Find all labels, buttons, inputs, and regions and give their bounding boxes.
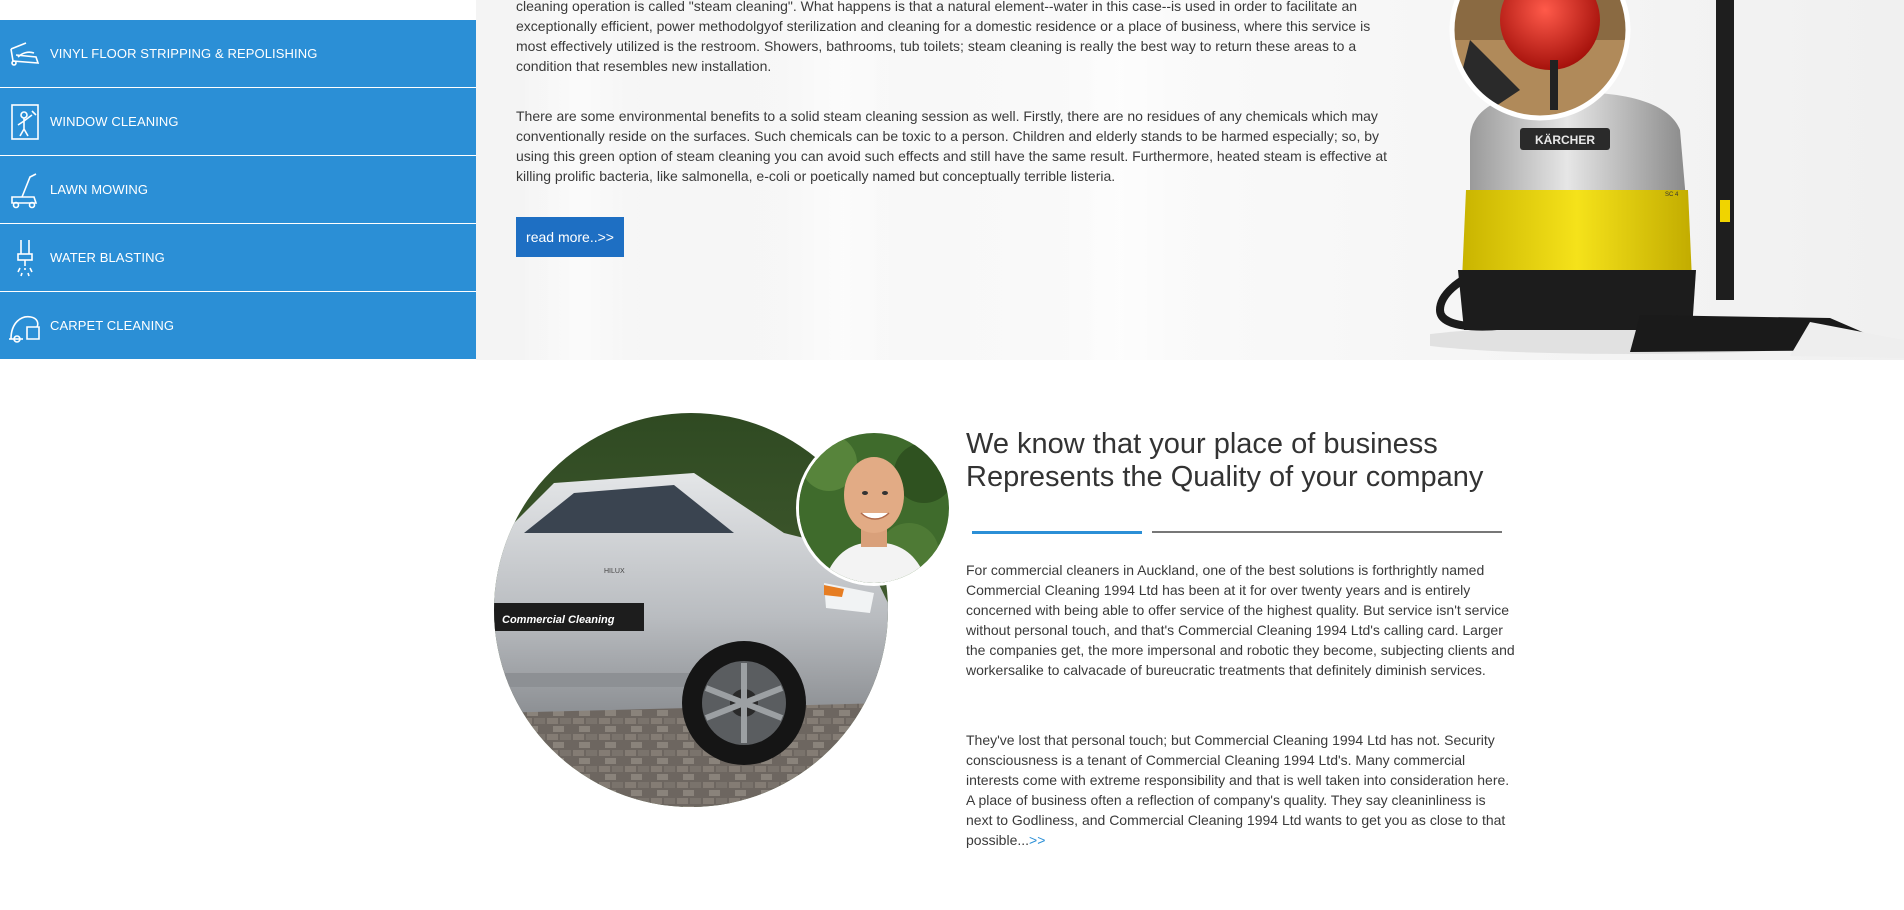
steam-paragraph-2: There are some environmental benefits to… (516, 108, 1388, 184)
vacuum-icon (0, 292, 50, 359)
heading-accent-line (972, 531, 1142, 534)
service-item-lawn-mowing[interactable]: LAWN MOWING (0, 156, 476, 225)
brand-logo: KÄRCHER (1535, 132, 1595, 147)
service-item-water-blasting[interactable]: WATER BLASTING (0, 224, 476, 293)
about-photos: Commercial Cleaning HILUX (494, 413, 952, 813)
service-item-vinyl-floor[interactable]: VINYL FLOOR STRIPPING & REPOLISHING (0, 20, 476, 89)
water-blaster-icon (0, 224, 50, 291)
about-paragraph-2: They've lost that personal touch; but Co… (966, 730, 1516, 850)
about-paragraph-1: For commercial cleaners in Auckland, one… (966, 562, 1515, 678)
service-label: CARPET CLEANING (50, 318, 175, 333)
about-heading-line-1: We know that your place of business (966, 428, 1438, 460)
heading-divider-line (1152, 531, 1502, 533)
about-heading-line-2: Represents the Quality of your company (966, 461, 1484, 493)
model-label: SC 4 (1665, 192, 1679, 198)
floor-polisher-icon (0, 20, 50, 87)
steam-paragraph-1: cleaning operation is called "steam clea… (516, 0, 1371, 74)
steam-cleaner-image: KÄRCHER SC 4 (1410, 0, 1904, 360)
window-cleaner-icon (0, 88, 50, 155)
service-label: LAWN MOWING (50, 182, 149, 197)
about-paragraph-2-text: They've lost that personal touch; but Co… (966, 732, 1510, 848)
car-decal: Commercial Cleaning (502, 614, 615, 626)
about-more-link[interactable]: >> (1029, 832, 1045, 848)
service-label: VINYL FLOOR STRIPPING & REPOLISHING (50, 46, 318, 61)
about-heading: We know that your place of business Repr… (966, 428, 1526, 494)
car-badge: HILUX (604, 568, 625, 575)
service-label: WINDOW CLEANING (50, 114, 179, 129)
services-sidebar: VINYL FLOOR STRIPPING & REPOLISHING WIND… (0, 0, 476, 361)
read-more-button[interactable]: read more..>> (516, 217, 624, 257)
lawn-mower-icon (0, 156, 50, 223)
service-item-carpet-cleaning[interactable]: CARPET CLEANING (0, 292, 476, 361)
service-label: WATER BLASTING (50, 250, 165, 265)
owner-portrait (796, 430, 952, 586)
service-item-window-cleaning[interactable]: WINDOW CLEANING (0, 88, 476, 157)
